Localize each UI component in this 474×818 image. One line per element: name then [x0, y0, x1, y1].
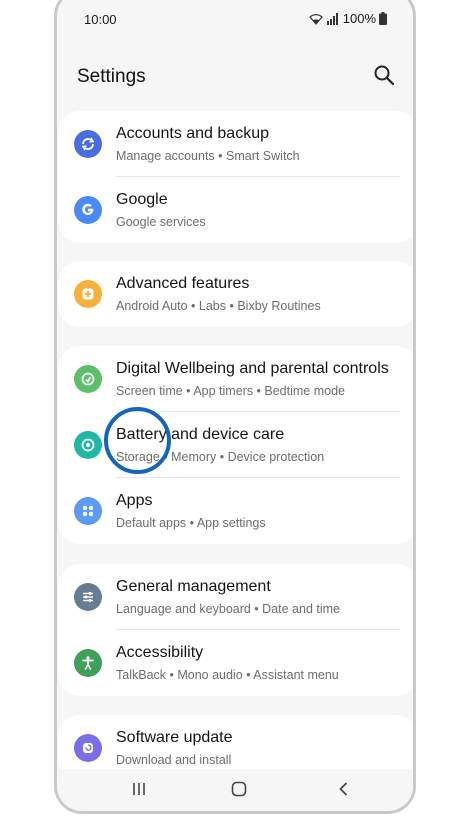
home-icon: [231, 781, 247, 797]
wellbeing-icon: [74, 365, 102, 393]
recent-apps-button[interactable]: [128, 778, 150, 800]
sync-icon: [74, 130, 102, 158]
item-title: Advanced features: [116, 275, 250, 292]
battery-icon: [379, 12, 387, 25]
status-bar: 10:00 100%: [57, 0, 413, 27]
back-icon: [339, 782, 348, 796]
wifi-icon: [308, 13, 323, 25]
apps-grid-icon: [74, 497, 102, 525]
item-subtitle: Android Auto • Labs • Bixby Routines: [116, 299, 321, 313]
settings-group-wellbeing: Digital Wellbeing and parental controls …: [58, 346, 413, 544]
item-title: Accounts and backup: [116, 125, 269, 142]
accessibility-icon: [74, 649, 102, 677]
device-care-icon: [74, 431, 102, 459]
item-subtitle: TalkBack • Mono audio • Assistant menu: [116, 668, 339, 682]
settings-item-apps[interactable]: Apps Default apps • App settings: [58, 478, 413, 544]
settings-group-general: General management Language and keyboard…: [58, 564, 413, 696]
item-subtitle: Default apps • App settings: [116, 516, 266, 530]
item-title: Accessibility: [116, 644, 204, 661]
navigation-bar: [57, 769, 413, 811]
signal-icon: [326, 12, 338, 25]
status-time: 10:00: [84, 12, 117, 27]
software-update-icon: [74, 734, 102, 762]
item-subtitle: Screen time • App timers • Bedtime mode: [116, 384, 345, 398]
item-subtitle: Manage accounts • Smart Switch: [116, 149, 300, 163]
settings-item-digital-wellbeing[interactable]: Digital Wellbeing and parental controls …: [58, 346, 413, 412]
phone-frame: 10:00 100% Settings Accounts and backup …: [54, 0, 416, 814]
sliders-icon: [74, 583, 102, 611]
item-title: Software update: [116, 729, 233, 746]
item-subtitle: Language and keyboard • Date and time: [116, 602, 340, 616]
item-title: Digital Wellbeing and parental controls: [116, 360, 389, 377]
settings-item-general-management[interactable]: General management Language and keyboard…: [58, 564, 413, 630]
search-icon[interactable]: [373, 64, 395, 86]
settings-item-google[interactable]: Google Google services: [58, 177, 413, 243]
settings-item-battery-device-care[interactable]: Battery and device care Storage • Memory…: [58, 412, 413, 478]
item-subtitle: Download and install: [116, 753, 232, 767]
settings-item-advanced-features[interactable]: Advanced features Android Auto • Labs • …: [58, 261, 413, 327]
item-title: General management: [116, 578, 271, 595]
item-subtitle: Google services: [116, 215, 206, 229]
page-title: Settings: [77, 66, 146, 87]
item-title: Apps: [116, 492, 153, 509]
settings-item-accessibility[interactable]: Accessibility TalkBack • Mono audio • As…: [58, 630, 413, 696]
settings-item-accounts-backup[interactable]: Accounts and backup Manage accounts • Sm…: [58, 111, 413, 177]
status-icons: 100%: [308, 11, 387, 26]
item-subtitle: Storage • Memory • Device protection: [116, 450, 325, 464]
home-button[interactable]: [228, 778, 250, 800]
google-g-icon: [74, 196, 102, 224]
item-title: Battery and device care: [116, 426, 285, 443]
recent-apps-icon: [133, 783, 145, 795]
settings-group-accounts: Accounts and backup Manage accounts • Sm…: [58, 111, 413, 243]
puzzle-plus-icon: [74, 280, 102, 308]
settings-group-advanced: Advanced features Android Auto • Labs • …: [58, 261, 413, 327]
back-button[interactable]: [333, 778, 355, 800]
item-title: Google: [116, 191, 168, 208]
battery-percent: 100%: [342, 11, 376, 26]
